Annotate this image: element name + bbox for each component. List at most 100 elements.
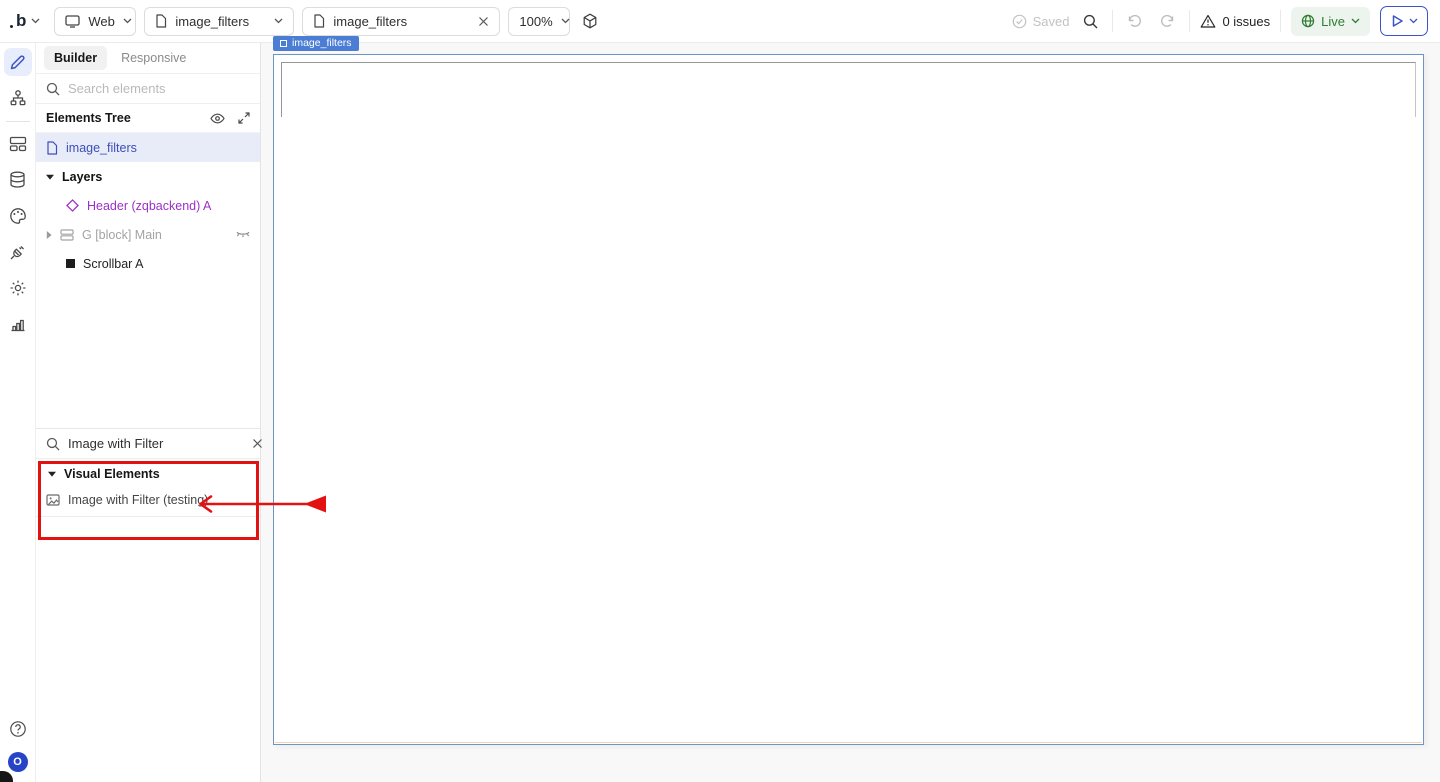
app-menu[interactable]: b — [10, 11, 40, 31]
tab-responsive[interactable]: Responsive — [111, 46, 196, 70]
database-icon — [9, 171, 26, 189]
zoom-level: 100% — [519, 13, 553, 29]
tree-item-label: Scrollbar A — [83, 256, 144, 271]
insert-search-input[interactable] — [68, 436, 244, 451]
tab-builder[interactable]: Builder — [44, 46, 108, 70]
diamond-icon — [66, 199, 79, 212]
elements-tree-title: Elements Tree — [46, 111, 131, 125]
clear-search-icon[interactable] — [252, 438, 263, 449]
live-dropdown[interactable]: Live — [1291, 6, 1370, 36]
undo-icon — [1127, 14, 1142, 28]
page-selector[interactable]: image_filters — [144, 6, 295, 36]
tree-item-group-main[interactable]: G [block] Main — [36, 220, 260, 249]
rail-item-design[interactable] — [3, 48, 32, 76]
issues-indicator[interactable]: 0 issues — [1200, 14, 1270, 29]
page-icon — [313, 14, 325, 28]
redo-icon — [1160, 14, 1175, 28]
cube-icon — [582, 13, 598, 29]
elements-panel: Builder Responsive Elements Tree image_f… — [36, 43, 263, 782]
tree-item-page[interactable]: image_filters — [36, 133, 260, 162]
check-circle-icon — [1012, 14, 1027, 29]
eye-icon[interactable] — [210, 113, 225, 124]
element-search-bar — [36, 74, 260, 104]
device-selector[interactable]: Web — [54, 6, 137, 36]
divider — [1189, 10, 1191, 32]
rail-item-plugins[interactable] — [4, 238, 32, 266]
palette-icon — [9, 207, 27, 225]
rail-item-data[interactable] — [4, 166, 32, 194]
rail-item-styles[interactable] — [4, 202, 32, 230]
redo-button[interactable] — [1156, 10, 1179, 32]
chevron-down-icon — [274, 18, 283, 24]
image-icon — [46, 494, 60, 506]
page-bottom-boundary — [275, 742, 1422, 743]
eye-closed-icon[interactable] — [236, 231, 250, 239]
page-icon — [155, 14, 167, 28]
page-name-tab[interactable]: image_filters — [273, 36, 359, 51]
question-circle-icon — [9, 720, 27, 738]
results-section-visual-elements[interactable]: Visual Elements — [36, 462, 260, 486]
chevron-down-icon — [123, 18, 132, 24]
help-button[interactable] — [4, 715, 32, 743]
components-icon — [9, 136, 27, 152]
tree-item-header-reusable[interactable]: Header (zqbackend) A — [36, 191, 260, 220]
chevron-down-icon — [1351, 18, 1360, 24]
chevron-down-icon — [561, 18, 570, 24]
page-canvas[interactable] — [273, 54, 1424, 745]
left-icon-rail: O — [0, 43, 36, 782]
insert-search-bar — [36, 429, 263, 459]
divider — [36, 516, 260, 517]
pencil-icon — [9, 54, 26, 71]
tree-item-scrollbar[interactable]: Scrollbar A — [36, 249, 260, 278]
rail-item-workflow[interactable] — [4, 84, 32, 112]
group-block-icon — [60, 228, 74, 241]
workflow-icon — [9, 89, 27, 107]
preview-box-button[interactable] — [578, 9, 602, 33]
rail-item-settings[interactable] — [4, 274, 32, 302]
rail-item-reusables[interactable] — [4, 130, 32, 158]
close-icon[interactable] — [478, 16, 489, 27]
search-elements-input[interactable] — [68, 81, 250, 96]
divider — [1112, 10, 1114, 32]
chart-icon — [10, 317, 26, 332]
chevron-down-icon — [1409, 18, 1417, 24]
rail-item-logs[interactable] — [4, 310, 32, 338]
result-item-label: Image with Filter (testing) — [68, 493, 209, 507]
caret-right-icon[interactable] — [46, 230, 52, 239]
panel-tab-bar: Builder Responsive — [36, 43, 260, 74]
device-label: Web — [88, 13, 115, 29]
tree-item-label: Layers — [62, 169, 103, 184]
search-icon — [46, 82, 60, 96]
header-element-outline[interactable] — [281, 62, 1416, 117]
tab-label: image_filters — [333, 13, 408, 29]
open-page-tab[interactable]: image_filters — [302, 6, 501, 36]
search-button[interactable] — [1079, 10, 1102, 33]
tree-item-label: Header (zqbackend) A — [87, 198, 212, 213]
tree-item-layers[interactable]: Layers — [36, 162, 260, 191]
gear-icon — [9, 279, 27, 297]
caret-down-icon[interactable] — [46, 174, 54, 180]
undo-button[interactable] — [1123, 10, 1146, 32]
monitor-icon — [65, 14, 81, 28]
result-item-image-with-filter[interactable]: Image with Filter (testing) — [36, 486, 260, 514]
page-name-label: image_filters — [292, 37, 352, 49]
zoom-selector[interactable]: 100% — [508, 6, 571, 36]
bubble-logo: b — [10, 11, 26, 31]
search-results: Visual Elements Image with Filter (testi… — [36, 459, 260, 517]
expand-icon[interactable] — [238, 112, 250, 124]
square-icon — [66, 259, 75, 268]
save-status-label: Saved — [1032, 13, 1070, 29]
warning-triangle-icon — [1200, 14, 1216, 28]
page-square-icon — [280, 39, 287, 47]
globe-icon — [1301, 14, 1315, 28]
caret-down-icon — [48, 471, 56, 477]
search-icon — [1083, 14, 1098, 29]
search-icon — [46, 437, 60, 451]
user-avatar[interactable]: O — [7, 752, 28, 772]
canvas-area[interactable] — [261, 43, 1440, 782]
tree-item-label: G [block] Main — [82, 227, 162, 242]
page-selector-label: image_filters — [175, 13, 250, 29]
divider — [1280, 10, 1282, 32]
preview-button[interactable] — [1380, 6, 1428, 36]
elements-tree-header: Elements Tree — [36, 104, 260, 133]
